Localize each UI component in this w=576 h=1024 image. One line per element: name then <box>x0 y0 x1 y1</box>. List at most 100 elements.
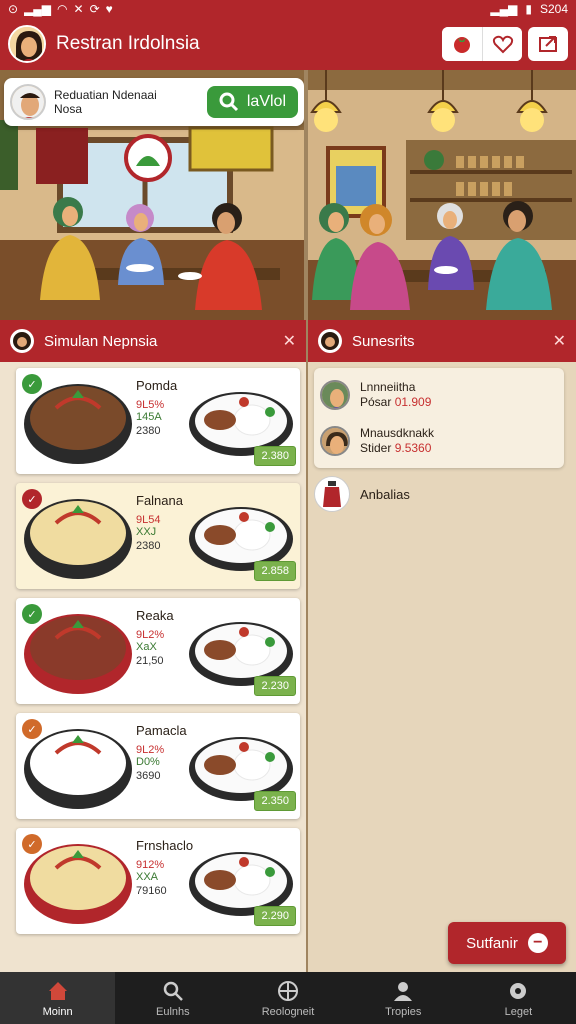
food-sub: XXJ <box>136 526 157 538</box>
restaurant-search-card[interactable]: Reduatian Ndenaai Nosa laVlol <box>4 78 304 126</box>
settings-icon <box>510 982 527 999</box>
food-badge-icon: ✓ <box>22 719 42 739</box>
food-sub: XXA <box>136 871 159 883</box>
food-name: Frnshaclo <box>136 838 194 853</box>
status-bar: ⊙ ▂▄▆ ◠ ✕ ⟳ ♥ ▂▄▆ ▮ S204 <box>0 0 576 18</box>
food-name: Pamacla <box>136 723 187 738</box>
list-item[interactable]: Lnnneiitha Pósar 01.909 <box>314 372 564 418</box>
drink-icon <box>314 476 350 512</box>
right-panel: Sunesrits ✕ Lnnneiitha Pósar 01.909 Mnau… <box>308 320 576 972</box>
share-icon <box>539 36 557 52</box>
tomato-button[interactable] <box>442 27 482 61</box>
reviewer-number: 01.909 <box>394 395 432 409</box>
food-card[interactable]: ✓ Frnshaclo 912% XXA 79160 2.290 <box>16 828 300 934</box>
food-name: Reaka <box>136 608 174 623</box>
reviewer-list: Lnnneiitha Pósar 01.909 Mnausdknakk Stid… <box>314 368 564 468</box>
fab-label: Sutfanir <box>466 934 518 952</box>
food-card[interactable]: ✓ Reaka 9L2% XaX 21,50 2.230 <box>16 598 300 704</box>
nav-item-settings[interactable]: Leget <box>461 972 576 1024</box>
home-icon <box>48 981 67 1000</box>
nav-label: Leget <box>504 1005 533 1018</box>
left-panel: Simulan Nepnsia ✕ ✓ Pomda 9L5% 145A 2380 <box>0 320 306 972</box>
food-percent: 9L54 <box>136 514 161 526</box>
list-item[interactable]: Anbalias <box>314 476 570 512</box>
minus-icon: − <box>527 933 548 953</box>
food-name: Pomda <box>136 378 178 393</box>
food-card[interactable]: ✓ Falnana 9L54 XXJ 2380 2.858 <box>16 483 300 589</box>
app-bar: Restran Irdolnsia <box>0 18 576 70</box>
solo-item-label: Anbalias <box>360 486 410 502</box>
food-sub: 145A <box>136 411 162 423</box>
food-badge-icon: ✓ <box>22 834 42 854</box>
search-button-label: laVlol <box>246 93 286 110</box>
status-time: S204 <box>539 2 568 16</box>
food-sub: XaX <box>136 641 157 653</box>
tomato-icon <box>454 37 470 53</box>
food-badge-icon: ✓ <box>22 489 42 509</box>
battery-icon: ▮ <box>525 2 532 16</box>
app-notification-icon: ⊙ <box>8 2 19 16</box>
favorite-button[interactable] <box>482 27 522 61</box>
avatar <box>320 426 350 456</box>
bottom-navigation: Moinn Eulnhs Reologneit Tropies Leget <box>0 972 576 1024</box>
food-card[interactable]: ✓ Pomda 9L5% 145A 2380 2.380 <box>16 368 300 474</box>
search-icon <box>163 981 183 1001</box>
food-number: 21,50 <box>136 655 164 667</box>
nav-item-grid[interactable]: Reologneit <box>230 972 345 1024</box>
food-number: 79160 <box>136 885 167 897</box>
food-number: 2380 <box>136 540 161 552</box>
food-badge-icon: ✓ <box>22 374 42 394</box>
reviewer-label: Stider <box>360 441 392 455</box>
chef-avatar <box>10 84 46 120</box>
food-list: ✓ Pomda 9L5% 145A 2380 2.380 ✓ Falnana 9… <box>0 362 306 934</box>
price-badge[interactable]: 2.230 <box>254 676 296 696</box>
search-card-subtitle: Nosa <box>54 102 83 116</box>
mute-icon: ✕ <box>73 2 84 16</box>
profile-avatar[interactable] <box>8 25 46 63</box>
food-number: 3690 <box>136 770 161 782</box>
grid-icon <box>278 980 298 1001</box>
right-panel-title: Sunesrits <box>352 332 415 350</box>
reviewer-name: Mnausdknakk <box>360 426 435 440</box>
sync-icon: ⟳ <box>89 2 100 16</box>
food-percent: 9L5% <box>136 399 165 411</box>
reviewer-number: 9.5360 <box>394 441 432 455</box>
left-panel-title: Simulan Nepnsia <box>44 332 158 350</box>
nav-label: Reologneit <box>261 1005 315 1018</box>
food-card[interactable]: ✓ Pamacla 9L2% D0% 3690 2.350 <box>16 713 300 819</box>
profile-icon <box>394 981 413 1001</box>
price-badge[interactable]: 2.380 <box>254 446 296 466</box>
food-percent: 9L2% <box>136 629 165 641</box>
nav-item-home[interactable]: Moinn <box>0 972 116 1024</box>
signal-icon: ▂▄▆ <box>24 2 52 16</box>
reviewer-name: Lnnneiitha <box>360 380 416 394</box>
reviewer-label: Pósar <box>360 395 392 409</box>
nav-label: Moinn <box>42 1005 73 1018</box>
signal-right-icon: ▂▄▆ <box>490 2 518 16</box>
wifi-icon: ◠ <box>57 2 68 16</box>
nav-label: Tropies <box>385 1005 422 1018</box>
restaurant-scene-right <box>306 70 576 320</box>
panel-avatar-icon <box>10 329 34 353</box>
food-sub: D0% <box>136 756 160 768</box>
nav-item-profile[interactable]: Tropies <box>346 972 461 1024</box>
food-name: Falnana <box>136 493 183 508</box>
food-badge-icon: ✓ <box>22 604 42 624</box>
avatar <box>320 380 350 410</box>
food-number: 2380 <box>136 425 161 437</box>
nav-label: Eulnhs <box>155 1005 190 1018</box>
left-panel-header: Simulan Nepnsia ✕ <box>0 320 306 362</box>
close-icon[interactable]: ✕ <box>553 331 566 351</box>
nav-item-search[interactable]: Eulnhs <box>115 972 230 1024</box>
list-item[interactable]: Mnausdknakk Stider 9.5360 <box>314 418 564 464</box>
share-button[interactable] <box>528 27 568 61</box>
close-icon[interactable]: ✕ <box>283 331 296 351</box>
subtract-fab-button[interactable]: Sutfanir − <box>448 922 566 964</box>
search-button[interactable]: laVlol <box>206 86 298 118</box>
price-badge[interactable]: 2.350 <box>254 791 296 811</box>
price-badge[interactable]: 2.858 <box>254 561 296 581</box>
price-badge[interactable]: 2.290 <box>254 906 296 926</box>
food-percent: 912% <box>136 859 165 871</box>
app-title: Restran Irdolnsia <box>56 33 200 54</box>
heart-outline-icon <box>492 35 513 54</box>
